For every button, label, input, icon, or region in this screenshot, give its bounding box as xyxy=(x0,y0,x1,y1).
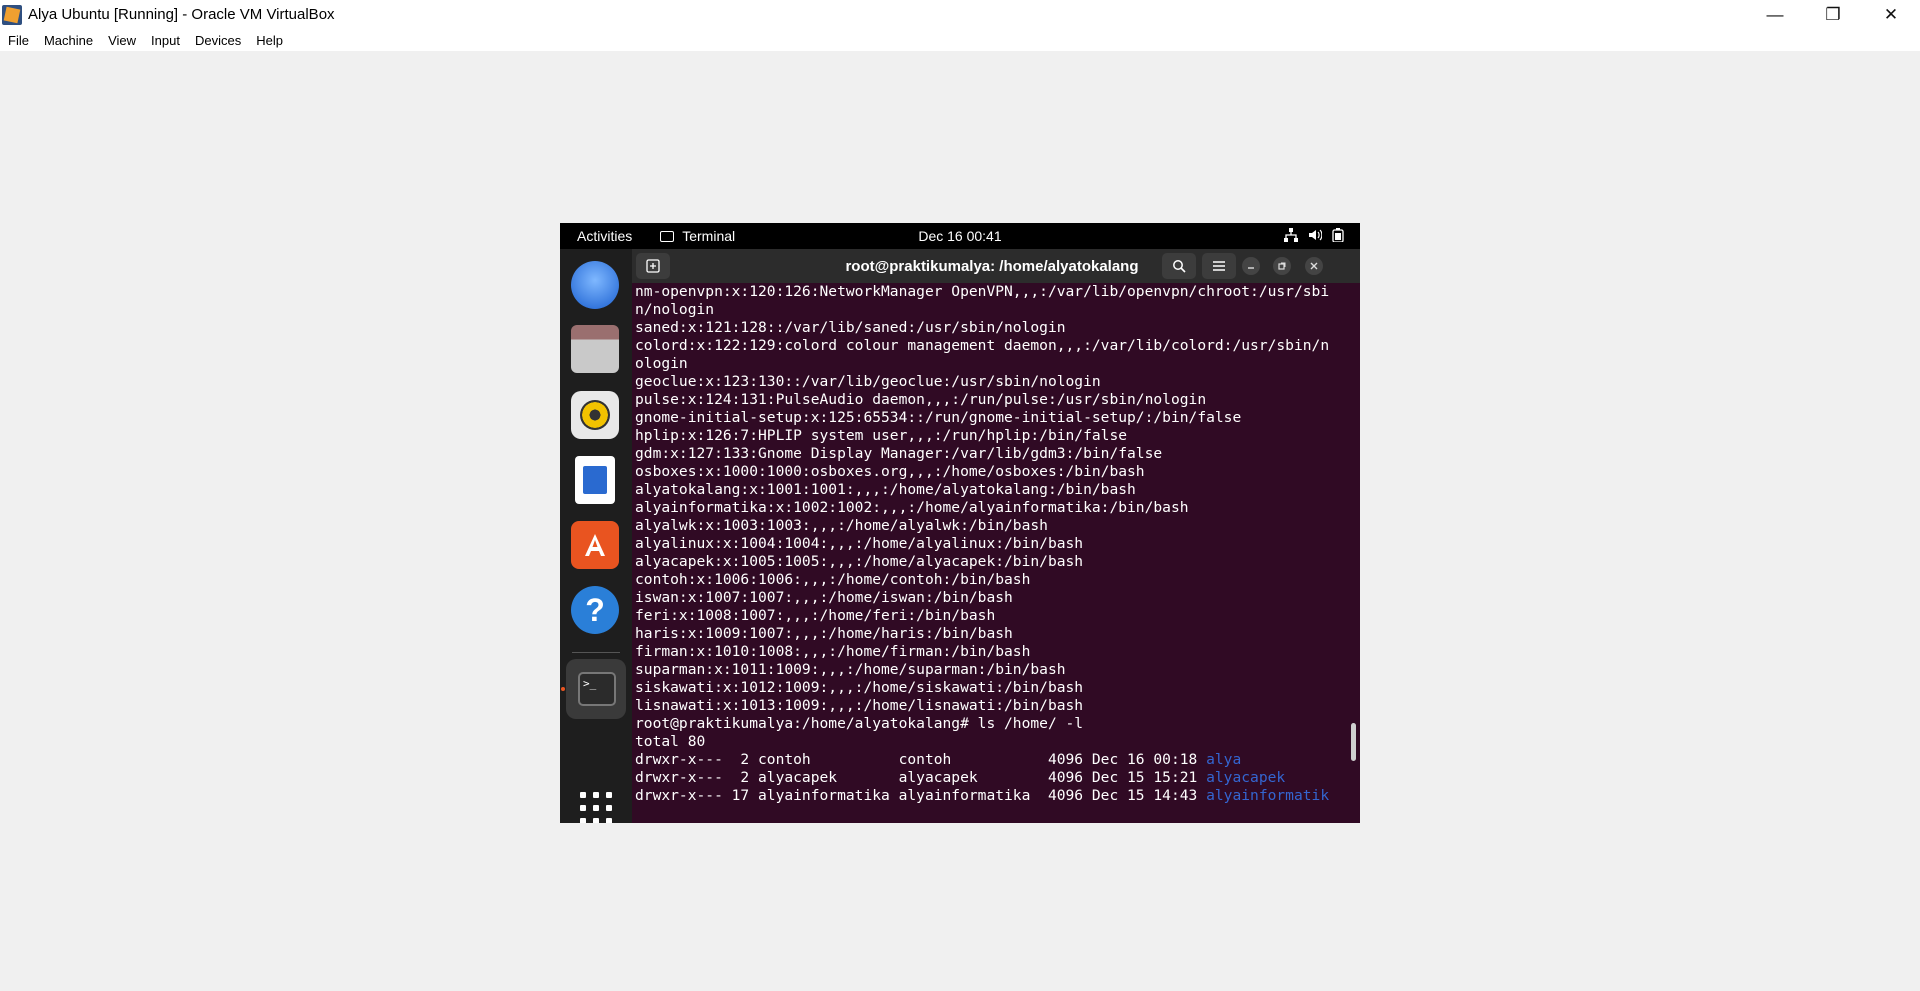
terminal-line: alyalwk:x:1003:1003:,,,:/home/alyalwk:/b… xyxy=(635,517,1048,534)
terminal-restore-button[interactable] xyxy=(1273,257,1291,275)
terminal-output[interactable]: nm-openvpn:x:120:126:NetworkManager Open… xyxy=(632,283,1360,823)
thunderbird-icon[interactable] xyxy=(571,261,619,309)
terminal-scrollbar[interactable] xyxy=(1351,723,1356,761)
listing-dirname: alya xyxy=(1206,751,1242,768)
listing-perm: drwxr-x--- 2 alyacapek alyacapek 4096 De… xyxy=(635,769,1207,786)
search-button[interactable] xyxy=(1162,253,1196,279)
help-icon[interactable]: ? xyxy=(571,586,619,634)
terminal-line: haris:x:1009:1007:,,,:/home/haris:/bin/b… xyxy=(635,625,1013,642)
listing-row: drwxr-x--- 17 alyainformatika alyainform… xyxy=(632,787,1360,805)
terminal-headerbar: root@praktikumalya: /home/alyatokalang xyxy=(632,249,1360,283)
minimize-button[interactable]: — xyxy=(1746,0,1804,29)
terminal-line: total 80 xyxy=(635,733,706,750)
terminal-line: saned:x:121:128::/var/lib/saned:/usr/sbi… xyxy=(635,319,1066,336)
terminal-line: ologin xyxy=(635,355,688,372)
terminal-line: pulse:x:124:131:PulseAudio daemon,,,:/ru… xyxy=(635,391,1207,408)
terminal-line: gdm:x:127:133:Gnome Display Manager:/var… xyxy=(635,445,1163,462)
gnome-topbar: Activities Terminal Dec 16 00:41 xyxy=(560,223,1360,249)
ubuntu-dock: ? >_ xyxy=(560,249,632,823)
terminal-line: geoclue:x:123:130::/var/lib/geoclue:/usr… xyxy=(635,373,1101,390)
terminal-line: contoh:x:1006:1006:,,,:/home/contoh:/bin… xyxy=(635,571,1031,588)
terminal-line: siskawati:x:1012:1009:,,,:/home/siskawat… xyxy=(635,679,1084,696)
host-menubar: File Machine View Input Devices Help xyxy=(0,29,1920,51)
close-button[interactable]: ✕ xyxy=(1862,0,1920,29)
virtualbox-icon xyxy=(2,4,22,25)
battery-icon xyxy=(1332,227,1344,245)
terminal-line: hplip:x:126:7:HPLIP system user,,,:/run/… xyxy=(635,427,1128,444)
terminal-line: n/nologin xyxy=(635,301,715,318)
listing-row: drwxr-x--- 2 contoh contoh 4096 Dec 16 0… xyxy=(632,751,1360,769)
menu-machine[interactable]: Machine xyxy=(36,33,100,48)
host-titlebar: Alya Ubuntu [Running] - Oracle VM Virtua… xyxy=(0,0,1920,29)
system-status-area[interactable] xyxy=(1284,223,1344,249)
files-icon[interactable] xyxy=(571,325,619,373)
menu-file[interactable]: File xyxy=(0,33,36,48)
terminal-close-button[interactable] xyxy=(1305,257,1323,275)
new-tab-button[interactable] xyxy=(636,253,670,279)
search-icon xyxy=(1173,260,1186,273)
terminal-line: nm-openvpn:x:120:126:NetworkManager Open… xyxy=(635,283,1330,300)
terminal-line: suparman:x:1011:1009:,,,:/home/suparman:… xyxy=(635,661,1066,678)
vm-display[interactable]: Activities Terminal Dec 16 00:41 ? >_ ro… xyxy=(560,223,1360,823)
terminal-line: alyalinux:x:1004:1004:,,,:/home/alyalinu… xyxy=(635,535,1084,552)
topbar-app-label: Terminal xyxy=(682,228,736,244)
window-controls: — ❐ ✕ xyxy=(1746,0,1920,29)
terminal-icon: >_ xyxy=(578,672,616,706)
activities-button[interactable]: Activities xyxy=(577,228,632,244)
hamburger-menu-button[interactable] xyxy=(1202,253,1236,279)
terminal-line: root@praktikumalya:/home/alyatokalang# l… xyxy=(635,715,1084,732)
window-title: Alya Ubuntu [Running] - Oracle VM Virtua… xyxy=(28,6,335,23)
menu-help[interactable]: Help xyxy=(248,33,290,48)
terminal-line: gnome-initial-setup:x:125:65534::/run/gn… xyxy=(635,409,1242,426)
network-icon xyxy=(1284,227,1298,245)
hamburger-icon xyxy=(1213,261,1225,271)
maximize-button[interactable]: ❐ xyxy=(1804,0,1862,29)
terminal-line: osboxes:x:1000:1000:osboxes.org,,,:/home… xyxy=(635,463,1145,480)
listing-perm: drwxr-x--- 2 contoh contoh 4096 Dec 16 0… xyxy=(635,751,1207,768)
listing-row: drwxr-x--- 2 alyacapek alyacapek 4096 De… xyxy=(632,769,1360,787)
listing-perm: drwxr-x--- 17 alyainformatika alyainform… xyxy=(635,787,1207,804)
terminal-minimize-button[interactable] xyxy=(1242,257,1260,275)
terminal-app-icon xyxy=(660,230,675,242)
terminal-line: alyainformatika:x:1002:1002:,,,:/home/al… xyxy=(635,499,1189,516)
terminal-line: firman:x:1010:1008:,,,:/home/firman:/bin… xyxy=(635,643,1031,660)
listing-dirname: alyacapek xyxy=(1206,769,1286,786)
show-apps-icon[interactable] xyxy=(580,792,612,823)
topbar-app-menu[interactable]: Terminal xyxy=(660,228,735,244)
terminal-line: feri:x:1008:1007:,,,:/home/feri:/bin/bas… xyxy=(635,607,996,624)
menu-input[interactable]: Input xyxy=(143,33,187,48)
terminal-line: colord:x:122:129:colord colour managemen… xyxy=(635,337,1330,354)
terminal-dock-item[interactable]: >_ xyxy=(566,659,626,719)
libreoffice-writer-icon[interactable] xyxy=(575,456,615,504)
menu-view[interactable]: View xyxy=(100,33,143,48)
dock-separator xyxy=(572,652,620,653)
listing-dirname: alyainformatik xyxy=(1206,787,1330,804)
volume-icon xyxy=(1308,228,1323,245)
running-indicator xyxy=(561,687,565,691)
menu-devices[interactable]: Devices xyxy=(187,33,248,48)
terminal-line: alyatokalang:x:1001:1001:,,,:/home/alyat… xyxy=(635,481,1136,498)
terminal-line: iswan:x:1007:1007:,,,:/home/iswan:/bin/b… xyxy=(635,589,1013,606)
terminal-line: alyacapek:x:1005:1005:,,,:/home/alyacape… xyxy=(635,553,1084,570)
rhythmbox-icon[interactable] xyxy=(571,391,619,439)
software-store-icon[interactable] xyxy=(571,521,619,569)
terminal-line: lisnawati:x:1013:1009:,,,:/home/lisnawat… xyxy=(635,697,1084,714)
terminal-window[interactable]: root@praktikumalya: /home/alyatokalang n… xyxy=(632,249,1360,823)
